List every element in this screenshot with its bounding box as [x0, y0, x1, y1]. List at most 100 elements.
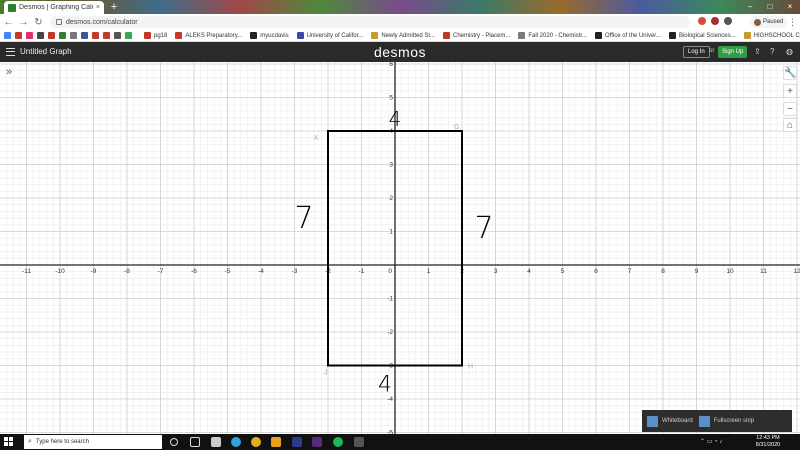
- x-tick-label: -10: [55, 268, 65, 275]
- reload-button[interactable]: ↻: [32, 17, 45, 28]
- bookmark-item[interactable]: pg18: [144, 32, 167, 39]
- x-tick-label: 3: [494, 268, 498, 275]
- bookmark-icon: [250, 32, 258, 39]
- bookmark-icon[interactable]: [48, 32, 55, 39]
- share-icon[interactable]: ⇪: [754, 47, 761, 56]
- profile-button[interactable]: Paused: [750, 16, 788, 28]
- windows-start-icon[interactable]: [4, 437, 14, 447]
- zoom-in-button[interactable]: +: [783, 84, 797, 98]
- edge-icon[interactable]: [231, 437, 241, 447]
- avatar: [754, 18, 761, 26]
- globe-icon[interactable]: ◍: [786, 47, 793, 56]
- home-icon[interactable]: ⌂: [783, 118, 797, 132]
- back-button[interactable]: ←: [2, 17, 15, 28]
- task-view-icon[interactable]: [190, 437, 200, 447]
- search-icon: ⌕: [28, 438, 32, 445]
- graph-settings-icon[interactable]: 🔧: [783, 66, 797, 80]
- bookmark-item[interactable]: myucdavis: [250, 32, 289, 39]
- bookmark-icon[interactable]: [37, 32, 44, 39]
- bookmark-icon[interactable]: [59, 32, 66, 39]
- minimize-button[interactable]: –: [740, 0, 760, 14]
- whiteboard-icon: [647, 415, 658, 427]
- x-tick-label: 12: [793, 268, 800, 275]
- app-icon[interactable]: [354, 437, 364, 447]
- bookmark-icon: [175, 32, 183, 39]
- origin-label: 0: [388, 268, 392, 275]
- maximize-button[interactable]: □: [760, 0, 780, 14]
- bookmark-item[interactable]: HIGHSCHOOL CHE...: [743, 32, 800, 39]
- bookmark-icon[interactable]: [103, 32, 110, 39]
- forward-button[interactable]: →: [17, 17, 30, 28]
- bookmark-label: University of Califor...: [306, 32, 364, 39]
- cortana-icon[interactable]: [170, 438, 178, 446]
- new-tab-button[interactable]: +: [108, 1, 120, 13]
- expand-expressions-icon[interactable]: »: [6, 66, 12, 78]
- bookmark-label: Fall 2020 - Chemistr...: [528, 32, 588, 39]
- side-length-annotation-top: 4: [389, 107, 402, 131]
- tab-close-icon[interactable]: ×: [96, 4, 100, 11]
- taskbar-search[interactable]: ⌕ Type here to search: [24, 435, 162, 449]
- signup-button[interactable]: Sign Up: [718, 46, 748, 58]
- x-tick-label: 6: [594, 268, 598, 275]
- zoom-out-button[interactable]: −: [783, 102, 797, 116]
- bookmark-item[interactable]: Biological Sciences...: [668, 32, 736, 39]
- bookmark-icon: [595, 32, 603, 39]
- login-button[interactable]: Log In: [683, 46, 710, 58]
- bookmark-icon: [296, 32, 304, 39]
- extension-icons: [698, 17, 732, 25]
- desmos-favicon-icon: [8, 3, 16, 12]
- bookmark-label: HIGHSCHOOL CHE...: [753, 32, 800, 39]
- vertex-label: H: [468, 364, 473, 371]
- close-window-button[interactable]: ×: [780, 0, 800, 14]
- bookmark-icon[interactable]: [70, 32, 77, 39]
- bookmark-label: pg18: [154, 32, 168, 39]
- side-length-annotation-bottom: 4: [378, 373, 392, 398]
- fullscreen-snip-button[interactable]: Fullscreen snip: [698, 415, 754, 427]
- vertex-label: G: [454, 124, 459, 131]
- youtube-icon[interactable]: [92, 32, 99, 39]
- extension-icon[interactable]: [711, 17, 719, 25]
- vertex-label: J: [324, 370, 328, 377]
- bookmark-icon[interactable]: [114, 32, 121, 39]
- graph-canvas[interactable]: -11 -10 -9 -8 -7 -6 -5 -4 -3 -2 -1 1 2 3 4 5 6 7 8 9 10 11 12 6…: [0, 62, 800, 434]
- bookmark-item[interactable]: ALEKS Preparatory...: [175, 32, 242, 39]
- photoshop-icon[interactable]: [292, 437, 302, 447]
- url-bar[interactable]: desmos.com/calculator: [50, 16, 690, 28]
- premiere-icon[interactable]: [312, 437, 322, 447]
- bookmark-icon[interactable]: [125, 32, 132, 39]
- desmos-logo: desmos: [373, 44, 427, 60]
- bookmark-label: myucdavis: [260, 32, 289, 39]
- help-icon[interactable]: ?: [770, 47, 774, 56]
- fullscreen-snip-icon: [698, 415, 710, 427]
- system-tray-icons[interactable]: ⌃ ▭ ◔ ♪: [700, 438, 722, 445]
- x-tick-label: 11: [760, 268, 767, 275]
- bookmark-item[interactable]: University of Califor...: [296, 32, 364, 39]
- bookmark-label: Biological Sciences...: [678, 32, 736, 39]
- browser-menu-icon[interactable]: ⋮: [788, 17, 797, 28]
- extension-icon[interactable]: [724, 17, 732, 25]
- bookmark-icon[interactable]: [15, 32, 22, 39]
- spotify-icon[interactable]: [333, 437, 343, 447]
- instagram-icon[interactable]: [26, 32, 33, 39]
- y-tick-label: 2: [389, 195, 393, 202]
- file-explorer-icon[interactable]: [211, 437, 221, 447]
- y-tick-label: 5: [389, 95, 393, 102]
- y-tick-label: 3: [389, 162, 393, 169]
- x-tick-label: -7: [158, 268, 164, 275]
- facebook-icon[interactable]: [81, 32, 88, 39]
- bookmarks-bar: pg18 ALEKS Preparatory... myucdavis Univers…: [0, 30, 800, 42]
- chrome-icon[interactable]: [251, 437, 261, 447]
- bookmark-item[interactable]: Newly Admitted St...: [371, 32, 435, 39]
- files-icon[interactable]: [271, 437, 281, 447]
- google-icon[interactable]: [4, 32, 11, 39]
- clock-time: 12:43 PM: [756, 435, 780, 441]
- x-tick-label: 9: [695, 268, 699, 275]
- bookmark-item[interactable]: Chemistry - Placem...: [443, 32, 510, 39]
- bookmark-item[interactable]: Office of the Univer...: [595, 32, 661, 39]
- bookmark-item[interactable]: Fall 2020 - Chemistr...: [518, 32, 587, 39]
- browser-tab[interactable]: Desmos | Graphing Calculator ×: [4, 1, 104, 14]
- extension-icon[interactable]: [698, 17, 706, 25]
- whiteboard-button[interactable]: Whiteboard: [647, 415, 693, 427]
- taskbar-clock[interactable]: 12:43 PM 8/31/2020: [748, 435, 788, 449]
- bookmark-label: ALEKS Preparatory...: [185, 32, 243, 39]
